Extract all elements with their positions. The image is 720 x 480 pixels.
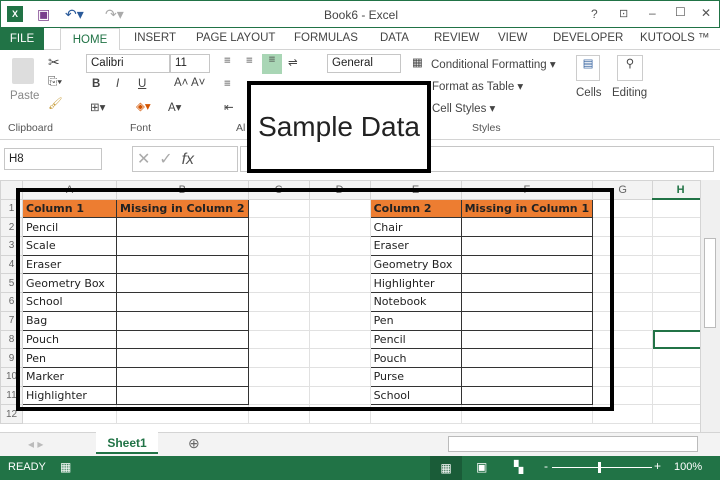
align-left-icon[interactable]: ≡ [224, 78, 231, 90]
format-painter-icon[interactable]: 🖌 [48, 96, 63, 110]
add-sheet-icon[interactable]: ⊕ [188, 435, 200, 452]
cell-styles-button[interactable]: Cell Styles ▾ [432, 101, 495, 115]
zoom-in-button[interactable]: + [654, 459, 661, 473]
fx-button[interactable]: fx [182, 151, 194, 168]
group-alignment-label: Al [236, 122, 246, 134]
page-layout-view-icon[interactable]: ▣ [476, 460, 487, 474]
macro-record-icon[interactable]: ▦ [60, 460, 71, 474]
status-bar: READY ▦ ▦ ▣ ▚ - + 100% [0, 456, 720, 480]
font-size-select[interactable]: 11 [170, 54, 210, 73]
borders-icon[interactable]: ⊞▾ [90, 100, 105, 114]
minimize-button[interactable]: – [649, 6, 656, 20]
title-bar: X ▣ ↶▾ ↷▾ Book6 - Excel ? ⊡ – ☐ ✕ [0, 0, 720, 28]
data-highlight-box [16, 188, 614, 411]
ribbon-tabs: FILE HOME INSERT PAGE LAYOUT FORMULAS DA… [0, 28, 720, 51]
tab-formulas[interactable]: FORMULAS [294, 32, 358, 44]
font-grow-icon[interactable]: A˄ A˅ [174, 77, 205, 89]
font-color-icon[interactable]: A▾ [168, 100, 181, 114]
zoom-slider-thumb[interactable] [598, 462, 601, 473]
normal-view-icon[interactable]: ▦ [430, 456, 462, 480]
conditional-formatting-icon[interactable]: ▦ [412, 55, 423, 69]
cancel-icon[interactable]: ✕ [137, 151, 150, 168]
status-ready: READY [8, 461, 46, 473]
zoom-slider[interactable] [552, 467, 652, 468]
italic-button[interactable]: I [116, 78, 119, 90]
copy-icon[interactable]: ⎘▾ [48, 76, 62, 89]
tab-page-layout[interactable]: PAGE LAYOUT [196, 32, 275, 44]
ribbon-display-icon[interactable]: ⊡ [619, 7, 628, 20]
help-button[interactable]: ? [591, 7, 598, 21]
align-bottom-icon[interactable]: ≡ [262, 54, 282, 74]
find-icon[interactable]: ⚲ [617, 55, 643, 81]
horizontal-scrollbar[interactable] [448, 436, 698, 452]
name-box[interactable]: H8 [4, 148, 102, 170]
zoom-out-button[interactable]: - [544, 459, 548, 473]
fill-color-icon[interactable]: ◈▾ [136, 99, 151, 113]
zoom-level[interactable]: 100% [674, 461, 702, 473]
vertical-scrollbar[interactable] [700, 180, 720, 432]
underline-button[interactable]: U [138, 78, 146, 90]
paste-icon[interactable] [12, 58, 34, 84]
window-title: Book6 - Excel [323, 8, 399, 22]
bold-button[interactable]: B [92, 78, 100, 90]
sheet-tab-sheet1[interactable]: Sheet1 [96, 432, 158, 454]
align-middle-icon[interactable]: ≡ [246, 55, 253, 67]
scroll-thumb[interactable] [704, 238, 716, 328]
close-button[interactable]: ✕ [701, 6, 711, 20]
tab-insert[interactable]: INSERT [134, 32, 176, 44]
group-clipboard-label: Clipboard [8, 122, 53, 134]
align-top-icon[interactable]: ≡ [224, 55, 231, 67]
maximize-button[interactable]: ☐ [675, 5, 686, 19]
format-as-table-button[interactable]: Format as Table ▾ [432, 79, 523, 93]
tab-kutools[interactable]: KUTOOLS ™ [640, 32, 709, 44]
sample-data-callout: Sample Data [247, 81, 431, 173]
wrap-text-icon[interactable]: ⇌ [288, 55, 298, 69]
conditional-formatting-button[interactable]: Conditional Formatting ▾ [431, 57, 556, 71]
number-format-select[interactable]: General [327, 54, 401, 73]
tab-file[interactable]: FILE [0, 28, 44, 50]
cells-button[interactable]: Cells [576, 87, 602, 99]
indent-icon[interactable]: ⇤ [224, 100, 234, 114]
tab-review[interactable]: REVIEW [434, 32, 479, 44]
enter-icon[interactable]: ✓ [159, 151, 172, 168]
page-break-view-icon[interactable]: ▚ [514, 460, 523, 474]
sheet-tabs-bar: ◂ ▸ Sheet1 ⊕ [0, 432, 720, 456]
tab-view[interactable]: VIEW [498, 32, 527, 44]
group-styles-label: Styles [472, 122, 501, 134]
paste-button[interactable]: Paste [10, 90, 39, 102]
cut-icon[interactable]: ✂ [48, 54, 60, 71]
editing-button[interactable]: Editing [612, 87, 647, 99]
tab-data[interactable]: DATA [380, 32, 409, 44]
prev-sheet-icon[interactable]: ◂ ▸ [28, 437, 43, 451]
cells-icon[interactable]: ▤ [576, 55, 600, 81]
formula-buttons: ✕ ✓ fx [132, 146, 238, 172]
tab-developer[interactable]: DEVELOPER [553, 32, 623, 44]
font-name-select[interactable]: Calibri [86, 54, 170, 73]
tab-home[interactable]: HOME [60, 28, 120, 51]
group-font-label: Font [130, 122, 152, 134]
